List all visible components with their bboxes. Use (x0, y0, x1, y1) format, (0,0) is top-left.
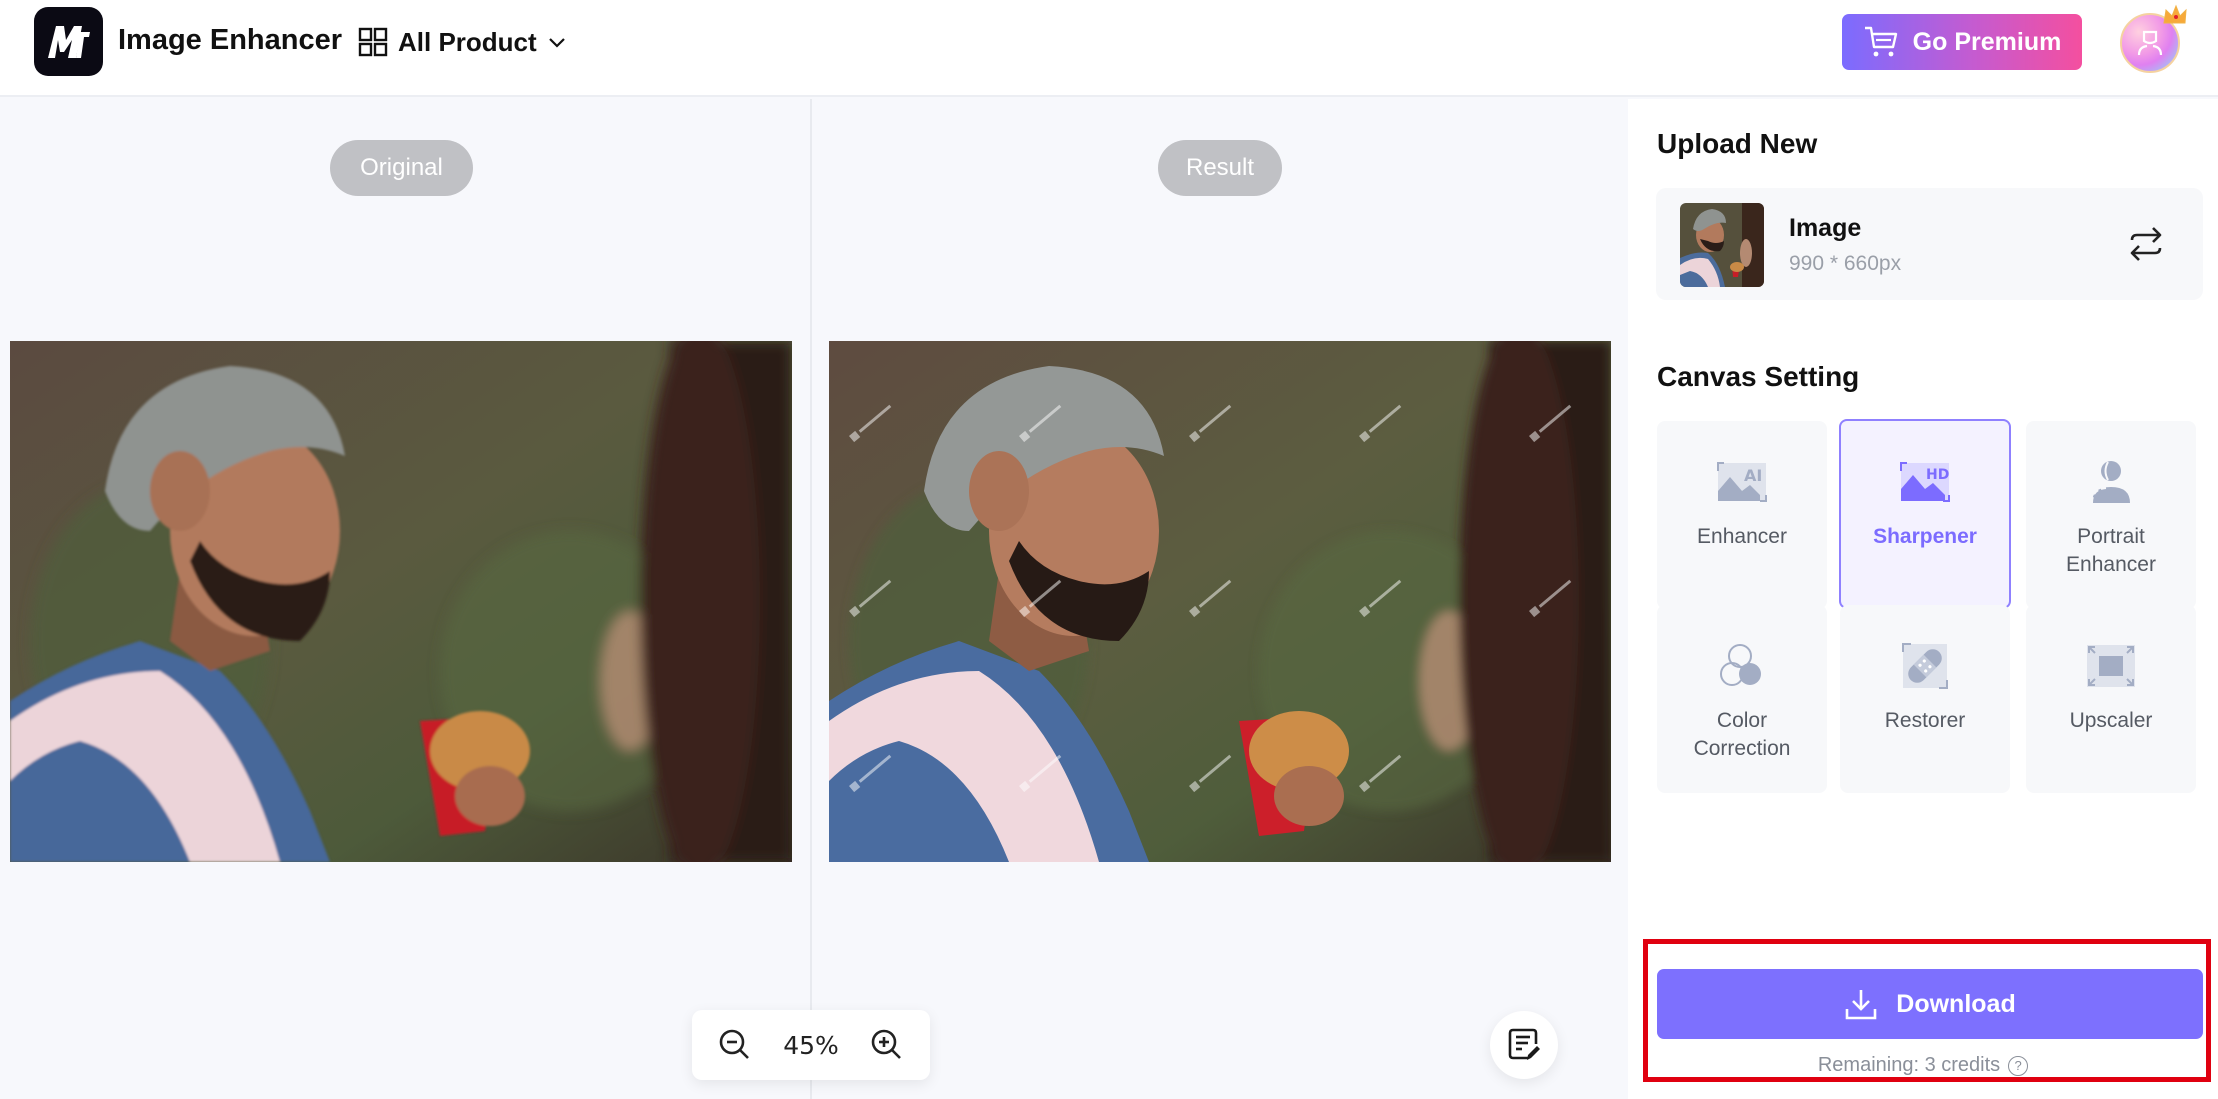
tool-restorer-label: Restorer (1884, 709, 1966, 732)
original-label: Original (330, 140, 473, 196)
tool-portrait-enhancer-label: Portrait Enhancer (2066, 525, 2156, 576)
replace-image-icon[interactable] (2126, 224, 2166, 264)
tool-sharpener-label: Sharpener (1873, 525, 1977, 548)
user-avatar-icon (2137, 30, 2163, 56)
zoom-out-icon[interactable] (716, 1026, 754, 1064)
tool-enhancer[interactable]: AI Enhancer (1657, 421, 1827, 609)
remaining-credits-text: Remaining: 3 credits (1817, 1054, 2001, 1076)
download-icon (1845, 990, 1877, 1020)
grid-icon (358, 27, 388, 57)
svg-text:AI: AI (1744, 466, 1762, 485)
original-image (10, 341, 792, 862)
all-product-label: All Product (398, 26, 537, 57)
color-circles-icon (1715, 643, 1769, 689)
go-premium-label: Go Premium (1912, 27, 2062, 56)
tool-restorer[interactable]: Restorer (1840, 605, 2010, 793)
tool-color-correction[interactable]: Color Correction (1657, 605, 1827, 793)
credits-info: Remaining: 3 credits ? (1628, 1054, 2218, 1077)
download-button[interactable]: Download (1657, 969, 2203, 1039)
download-label: Download (1896, 989, 2016, 1018)
help-icon[interactable]: ? (2008, 1055, 2029, 1076)
tool-enhancer-label: Enhancer (1697, 525, 1787, 548)
tool-upscaler[interactable]: Upscaler (2026, 605, 2196, 793)
image-name: Image (1789, 214, 1862, 242)
portrait-icon (2084, 459, 2138, 505)
hd-image-icon: HD (1898, 459, 1952, 505)
result-image (829, 341, 1611, 862)
all-product-menu[interactable]: All Product (358, 20, 567, 64)
svg-text:HD: HD (1926, 467, 1949, 483)
mt-logo-icon[interactable] (34, 7, 103, 76)
tool-color-correction-label: Color Correction (1693, 709, 1791, 760)
crown-icon (2163, 4, 2187, 24)
image-dimensions: 990 * 660px (1789, 252, 1902, 275)
bandage-icon (1898, 643, 1952, 689)
zoom-toolbar: 45% (692, 1010, 930, 1080)
tool-upscaler-label: Upscaler (2069, 709, 2153, 732)
uploaded-image-card: Image 990 * 660px (1656, 188, 2203, 300)
go-premium-button[interactable]: Go Premium (1842, 14, 2082, 70)
notes-button[interactable] (1490, 1011, 1558, 1079)
result-label: Result (1158, 140, 1282, 196)
ai-image-icon: AI (1715, 459, 1769, 505)
notes-edit-icon (1508, 1028, 1540, 1060)
zoom-in-icon[interactable] (868, 1026, 906, 1064)
tool-portrait-enhancer[interactable]: Portrait Enhancer (2026, 421, 2196, 609)
canvas-setting-title: Canvas Setting (1657, 361, 1860, 392)
app-title: Image Enhancer (118, 24, 343, 56)
cart-icon (1864, 26, 1897, 57)
compare-divider[interactable] (810, 99, 812, 1099)
zoom-level: 45% (783, 1030, 839, 1060)
upload-new-title: Upload New (1657, 128, 1818, 159)
expand-icon (2084, 643, 2138, 689)
chevron-down-icon (548, 38, 565, 48)
image-thumbnail (1680, 203, 1764, 287)
tool-sharpener[interactable]: HD Sharpener (1839, 419, 2011, 609)
